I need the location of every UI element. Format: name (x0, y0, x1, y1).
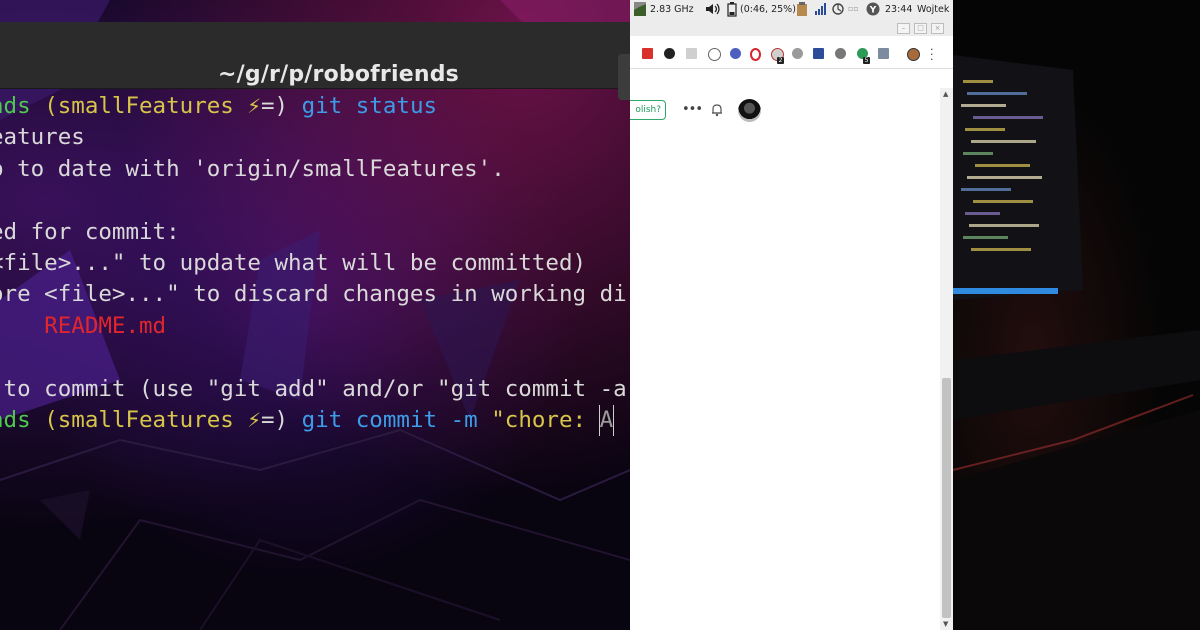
clipboard-icon[interactable] (796, 2, 808, 17)
yandex-icon[interactable]: Y (866, 2, 880, 16)
terminal-text-segment: git (301, 93, 356, 119)
terminal-text-segment: ed for commit: (0, 218, 180, 245)
extension-page-icon[interactable] (686, 48, 697, 59)
profile-avatar[interactable] (907, 48, 920, 61)
terminal-line: to commit (use "git add" and/or "git com… (0, 374, 630, 405)
terminal-text-segment: git (301, 406, 356, 433)
extension-gear-icon[interactable] (792, 48, 803, 59)
user-avatar[interactable] (738, 99, 761, 122)
extension-opera-icon[interactable] (750, 48, 761, 61)
battery-status: (0:46, 25%) (740, 4, 796, 15)
minimize-button[interactable]: – (897, 23, 910, 34)
terminal-line: README.md (0, 311, 630, 342)
extension-z-icon[interactable] (813, 48, 824, 59)
network-signal-icon[interactable] (814, 2, 828, 16)
terminal-line: <file>..." to update what will be commit… (0, 248, 630, 279)
terminal-text-segment: ⚡ (247, 93, 261, 119)
menu-kebab-icon[interactable]: · · · (930, 44, 934, 65)
terminal-text-segment: "chore: (491, 406, 600, 433)
publish-button[interactable]: olish? (630, 100, 666, 120)
extension-badge: 2 (777, 57, 784, 64)
laptop-photo-graphic (953, 55, 1200, 630)
web-page (630, 88, 940, 630)
extension-gnome-icon[interactable] (664, 48, 675, 59)
notifications-bell-icon[interactable] (710, 103, 724, 117)
scroll-up-arrow-icon[interactable]: ▲ (943, 90, 948, 98)
scroll-down-arrow-icon[interactable]: ▼ (943, 620, 948, 628)
yandex-letter: Y (869, 6, 877, 16)
extension-globe-icon[interactable] (730, 48, 741, 59)
vertical-scrollbar[interactable]: ▲ ▼ (940, 88, 953, 630)
volume-icon[interactable] (705, 2, 721, 16)
extension-screen-icon[interactable] (878, 48, 889, 59)
terminal-line: p to date with 'origin/smallFeatures'. (0, 154, 630, 185)
terminal-text-segment: (smallFeatures (44, 406, 248, 433)
browser-window: – □ × 2 5 · · · olish? ••• ▲ ▼ (630, 20, 953, 630)
terminal-text-segment: status (355, 93, 438, 119)
terminal-text-segment: =) (260, 406, 302, 433)
more-options-icon[interactable]: ••• (682, 102, 703, 117)
top-panel: 2.83 GHz (0:46, 25%) ▫▫ Y 23:44 Wojtek (630, 0, 953, 20)
terminal-text-segment: <file>..." to update what will be commit… (0, 249, 587, 276)
extension-megaphone-icon[interactable] (835, 48, 846, 59)
extension-smiley-icon[interactable] (708, 48, 721, 61)
terminal-text-segment: README.md (44, 312, 167, 339)
cpu-graph-icon (634, 2, 646, 16)
terminal-text-segment: ⚡ (247, 406, 261, 433)
terminal-text-segment: p to date with 'origin/smallFeatures'. (0, 155, 505, 182)
terminal-titlebar[interactable]: ~/g/r/p/robofriends (0, 22, 632, 100)
terminal-output[interactable]: nds (smallFeatures ⚡=) git statuseatures… (0, 91, 630, 451)
terminal-text-segment: eatures (0, 124, 85, 151)
terminal-text-segment: commit -m (355, 406, 492, 433)
username[interactable]: Wojtek (917, 4, 949, 15)
terminal-text-segment: (smallFeatures (44, 93, 248, 119)
extension-badge: 5 (863, 57, 870, 64)
browser-titlebar: – □ × (630, 20, 953, 36)
terminal-text-segment: =) (260, 93, 302, 119)
terminal-line: nds (smallFeatures ⚡=) git status (0, 91, 630, 122)
battery-icon[interactable] (727, 2, 737, 17)
terminal-line: ore <file>..." to discard changes in wor… (0, 279, 630, 310)
terminal-text-segment: to commit (use "git add" and/or "git com… (0, 375, 627, 402)
terminal-text-segment: ore <file>..." to discard changes in wor… (0, 281, 627, 308)
extension-red-square-icon[interactable] (642, 48, 653, 59)
scrollbar-thumb[interactable] (942, 378, 951, 618)
terminal-line: nds (smallFeatures ⚡=) git commit -m "ch… (0, 404, 630, 437)
terminal-title: ~/g/r/p/robofriends (218, 62, 459, 87)
terminal-text-segment: nds (0, 406, 31, 433)
terminal-line: eatures (0, 122, 630, 153)
updates-icon[interactable] (831, 2, 845, 16)
extensions-bar: 2 5 · · · (630, 36, 953, 69)
background-photo-laptop (953, 0, 1200, 630)
terminal-line: ed for commit: (0, 217, 630, 248)
terminal-text-segment: nds (0, 93, 31, 119)
close-button[interactable]: × (931, 23, 944, 34)
maximize-button[interactable]: □ (914, 23, 927, 34)
terminal-cursor: A (598, 404, 615, 437)
tray-small-icons: ▫▫ (848, 4, 859, 13)
clock[interactable]: 23:44 (885, 4, 912, 15)
cpu-frequency: 2.83 GHz (650, 4, 694, 15)
